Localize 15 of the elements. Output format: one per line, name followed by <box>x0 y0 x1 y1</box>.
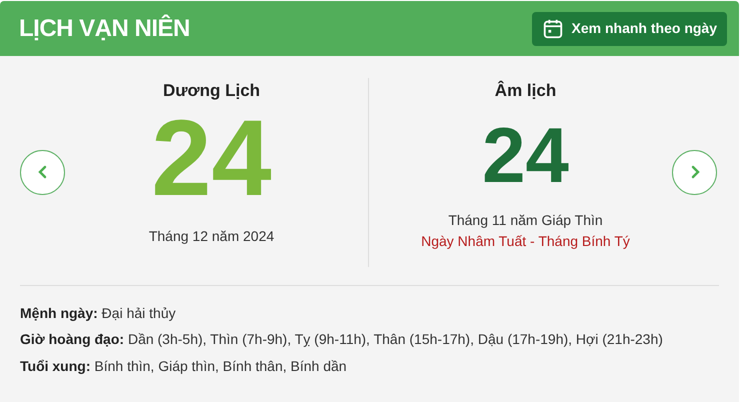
lunar-day-number: 24 <box>482 116 569 194</box>
solar-day-number: 24 <box>151 104 272 212</box>
detail-line: Tuổi xung: Bính thìn, Giáp thìn, Bính thân, Bính dần <box>20 356 348 376</box>
calendar-heading: Âm lịch <box>494 80 556 102</box>
detail-line: Mệnh ngày: Đại hải thủy <box>20 304 177 323</box>
calendar-icon <box>542 18 564 40</box>
next-button[interactable] <box>672 150 717 195</box>
previous-button[interactable] <box>20 150 65 195</box>
calendar-heading: Dương Lịch <box>162 80 260 102</box>
detail-line: Giờ hoàng đạo: Dần (3h-5h), Thìn (7h-9h), Tỵ (9h-11h), Thân (15h-17h), Dậu (17h-19h), Hợi (21h-23h) <box>20 330 664 349</box>
lunar-day-month-names: Ngày Nhâm Tuất - Tháng Bính Tý <box>421 232 630 251</box>
lunar-month-year: Tháng 11 năm Giáp Thìn <box>448 210 603 230</box>
quick-view-button[interactable]: Xem nhanh theo ngày <box>532 12 727 46</box>
page-title: LỊCH VẠN NIÊN <box>19 14 190 44</box>
solar-month-year: Tháng 12 năm 2024 <box>148 226 274 246</box>
